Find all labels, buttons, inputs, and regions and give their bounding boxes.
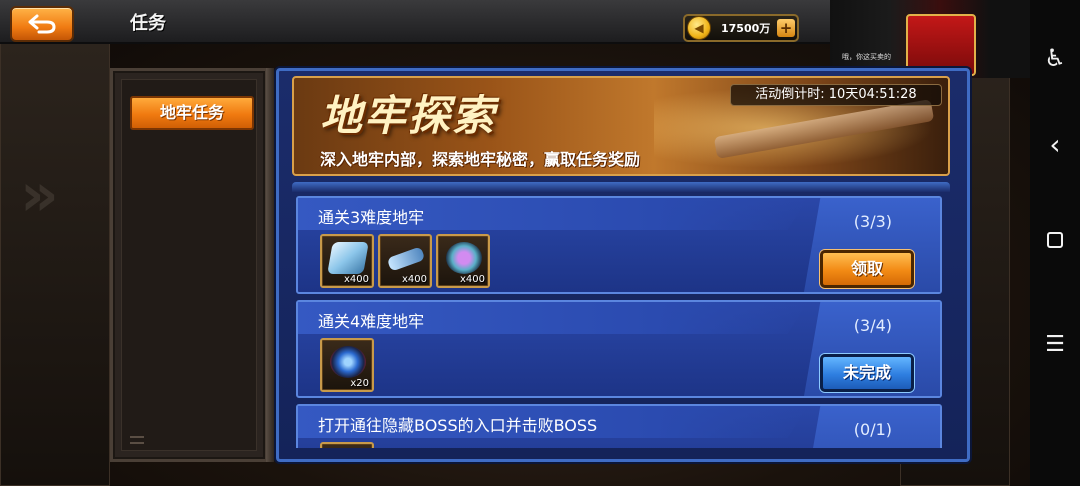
task-progress: (3/4) [853, 316, 892, 335]
back-arrow-icon [28, 14, 56, 34]
gold-coin-icon: ◀ [687, 16, 711, 40]
page-title: 任务 [130, 13, 166, 34]
currency-display: ◀ 17500万 + [683, 14, 799, 42]
currency-value: 17500万 [721, 22, 771, 35]
background-chevron-icon: » [20, 160, 59, 230]
task-progress: (3/3) [853, 212, 892, 231]
accessibility-icon[interactable]: ♿ [1030, 44, 1080, 72]
task-list[interactable]: 通关3难度地牢 (3/3) x400 x400 x400 领取 通关4难度地牢 … [292, 184, 950, 448]
task-row: 通关3难度地牢 (3/3) x400 x400 x400 领取 [296, 196, 942, 294]
task-row: 通关4难度地牢 (3/4) x20 未完成 [296, 300, 942, 398]
video-red-banner [906, 14, 976, 76]
sidebar-grip-icon [130, 436, 144, 444]
ingot-item-icon [327, 242, 369, 274]
gem-core-item-icon [330, 346, 366, 378]
reward-slot[interactable]: x20 [320, 338, 374, 392]
sidebar-rail [266, 68, 274, 462]
task-title: 通关3难度地牢 [318, 208, 425, 227]
banner-subtitle: 深入地牢内部，探索地牢秘密，赢取任务奖励 [320, 150, 641, 169]
reward-quantity: x20 [350, 378, 369, 389]
back-button[interactable] [10, 6, 74, 42]
sidebar-inner [121, 79, 257, 451]
task-row: 打开通往隐藏BOSS的入口并击败BOSS (0/1) [296, 404, 942, 448]
task-title: 通关4难度地牢 [318, 312, 425, 331]
reward-quantity: x400 [459, 274, 485, 285]
reward-slot[interactable]: x400 [436, 234, 490, 288]
knot-item-icon [446, 242, 482, 274]
system-nav-bar: ♿ ‹ ☰ [1030, 0, 1080, 486]
background-door-left [0, 40, 110, 486]
gun-part-item-icon [386, 246, 426, 272]
reward-slot[interactable]: x400 [320, 234, 374, 288]
reward-quantity: x400 [343, 274, 369, 285]
task-progress: (0/1) [853, 420, 892, 439]
nav-menu-icon[interactable]: ☰ [1030, 332, 1080, 357]
claim-button[interactable]: 领取 [820, 250, 914, 288]
video-caption: 哦，你这买卖的 [842, 53, 891, 61]
video-overlay[interactable]: 哦，你这买卖的 [830, 0, 1030, 78]
reward-slot[interactable]: x400 [378, 234, 432, 288]
nav-home-icon[interactable] [1030, 232, 1080, 252]
reward-quantity: x400 [401, 274, 427, 285]
nav-back-icon[interactable]: ‹ [1030, 128, 1080, 161]
tab-dungeon-tasks[interactable]: 地牢任务 [130, 96, 254, 130]
event-countdown: 活动倒计时: 10天04:51:28 [730, 84, 942, 106]
add-currency-button[interactable]: + [777, 19, 795, 37]
incomplete-button[interactable]: 未完成 [820, 354, 914, 392]
task-title: 打开通往隐藏BOSS的入口并击败BOSS [318, 416, 598, 435]
reward-slot[interactable] [320, 442, 374, 448]
banner-title: 地牢探索 [320, 91, 497, 140]
